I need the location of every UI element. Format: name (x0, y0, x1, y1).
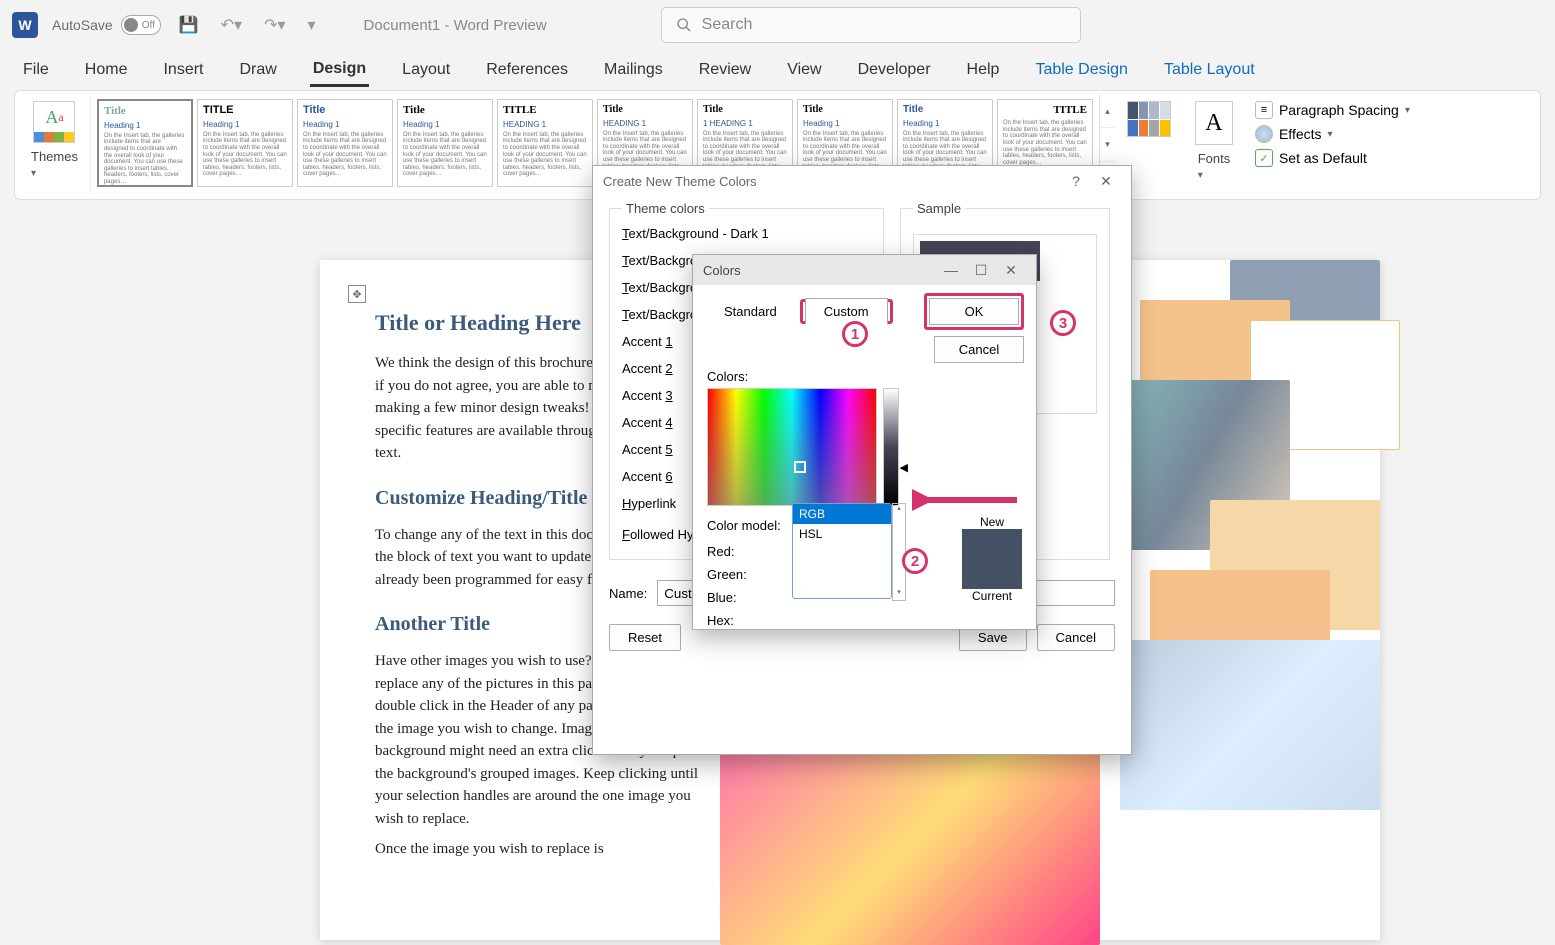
doc-format-thumb[interactable]: TitleHeading 1On the Insert tab, the gal… (297, 99, 393, 187)
colors-label: Colors: (707, 369, 1022, 384)
tab-insert[interactable]: Insert (160, 55, 206, 85)
paragraph-spacing-icon: ≡ (1255, 101, 1273, 119)
reset-button[interactable]: Reset (609, 624, 681, 651)
combo-option-hsl[interactable]: HSL (793, 524, 891, 544)
cancel-button[interactable]: Cancel (1037, 624, 1115, 651)
combo-option-rgb[interactable]: RGB (793, 504, 891, 524)
callout-1: 1 (842, 321, 868, 347)
set-as-default-button[interactable]: ✓Set as Default (1255, 149, 1410, 167)
save-icon[interactable]: 💾 (175, 11, 203, 39)
dialog-colors: Colors — ☐ ✕ Standard Custom OK Cancel C… (692, 254, 1037, 630)
search-icon (676, 17, 692, 33)
callout-3: 3 (1050, 310, 1076, 336)
tab-view[interactable]: View (784, 55, 824, 85)
check-icon: ✓ (1255, 149, 1273, 167)
cancel-button[interactable]: Cancel (934, 336, 1024, 363)
color-model-label: Color model: (707, 518, 787, 533)
color-model-dropdown-list[interactable]: RGB HSL (792, 503, 892, 599)
autosave-label: AutoSave (52, 17, 113, 33)
qat-more-icon[interactable]: ▾ (304, 11, 320, 39)
fonts-icon: A (1195, 101, 1233, 145)
effects-icon (1255, 125, 1273, 143)
hex-label: Hex: (707, 613, 787, 628)
tab-help[interactable]: Help (964, 55, 1003, 85)
doc-format-thumb[interactable]: TITLEHEADING 1On the Insert tab, the gal… (497, 99, 593, 187)
doc-format-thumb[interactable]: TitleHeading 1On the Insert tab, the gal… (397, 99, 493, 187)
close-icon[interactable]: ✕ (996, 262, 1026, 279)
green-label: Green: (707, 567, 787, 582)
doc-image-hands[interactable] (720, 745, 1100, 945)
maximize-icon[interactable]: ☐ (966, 262, 996, 279)
table-move-handle[interactable]: ✥ (348, 285, 366, 303)
theme-color-row: Text/Background - Dark 1 (622, 226, 871, 241)
help-icon[interactable]: ? (1061, 173, 1091, 189)
fonts-label: Fonts▾ (1198, 151, 1231, 181)
redo-icon[interactable]: ↷▾ (260, 11, 289, 39)
doc-format-thumb[interactable]: TitleHeading 1On the Insert tab, the gal… (97, 99, 193, 187)
minimize-icon[interactable]: — (936, 262, 966, 278)
ok-button[interactable]: OK (929, 298, 1019, 325)
tab-file[interactable]: File (20, 55, 52, 85)
tab-developer[interactable]: Developer (855, 55, 934, 85)
colors-icon (1127, 101, 1171, 137)
themes-icon: Aa (33, 101, 75, 143)
name-label: Name: (609, 586, 647, 601)
tab-draw[interactable]: Draw (236, 55, 279, 85)
sample-section-label: Sample (913, 201, 965, 216)
luminance-slider[interactable]: ◀ (883, 388, 899, 506)
new-current-preview: New Current (962, 515, 1022, 603)
tab-references[interactable]: References (483, 55, 571, 85)
dialog-colors-title: Colors (703, 263, 741, 278)
tab-design[interactable]: Design (310, 54, 369, 87)
callout-2: 2 (902, 548, 928, 574)
red-label: Red: (707, 544, 787, 559)
doc-image-collage[interactable] (1110, 260, 1390, 840)
tab-home[interactable]: Home (82, 55, 131, 85)
autosave-toggle[interactable]: AutoSave Off (52, 15, 161, 35)
tab-layout[interactable]: Layout (399, 55, 453, 85)
tab-table-layout[interactable]: Table Layout (1161, 55, 1258, 85)
doc-format-thumb[interactable]: TITLEHeading 1On the Insert tab, the gal… (197, 99, 293, 187)
document-title: Document1 - Word Preview (364, 17, 547, 34)
themes-group[interactable]: Aa Themes▾ (19, 95, 91, 195)
theme-colors-section-label: Theme colors (622, 201, 709, 216)
doc-paragraph[interactable]: Once the image you wish to replace is (375, 838, 715, 861)
effects-button[interactable]: Effects ▾ (1255, 125, 1410, 143)
tab-custom[interactable]: Custom (805, 298, 888, 325)
themes-label: Themes▾ (31, 149, 78, 179)
close-icon[interactable]: ✕ (1091, 173, 1121, 190)
tab-review[interactable]: Review (696, 55, 754, 85)
blue-label: Blue: (707, 590, 787, 605)
tab-mailings[interactable]: Mailings (601, 55, 666, 85)
spectrum-cursor[interactable] (794, 461, 806, 473)
paragraph-spacing-button[interactable]: ≡Paragraph Spacing ▾ (1255, 101, 1410, 119)
undo-icon[interactable]: ↶▾ (217, 11, 246, 39)
color-spectrum[interactable] (707, 388, 877, 506)
tab-standard[interactable]: Standard (705, 298, 796, 325)
search-placeholder: Search (702, 16, 753, 34)
ribbon-tabs: File Home Insert Draw Design Layout References… (0, 50, 1555, 90)
fonts-group[interactable]: A Fonts▾ (1183, 95, 1245, 195)
app-icon: W (12, 12, 38, 38)
ribbon-options: ≡Paragraph Spacing ▾ Effects ▾ ✓Set as D… (1245, 95, 1420, 195)
tab-table-design[interactable]: Table Design (1032, 55, 1131, 85)
annotation-arrow (912, 488, 1022, 512)
search-input[interactable]: Search (661, 7, 1081, 43)
dialog-title: Create New Theme Colors (603, 174, 757, 189)
